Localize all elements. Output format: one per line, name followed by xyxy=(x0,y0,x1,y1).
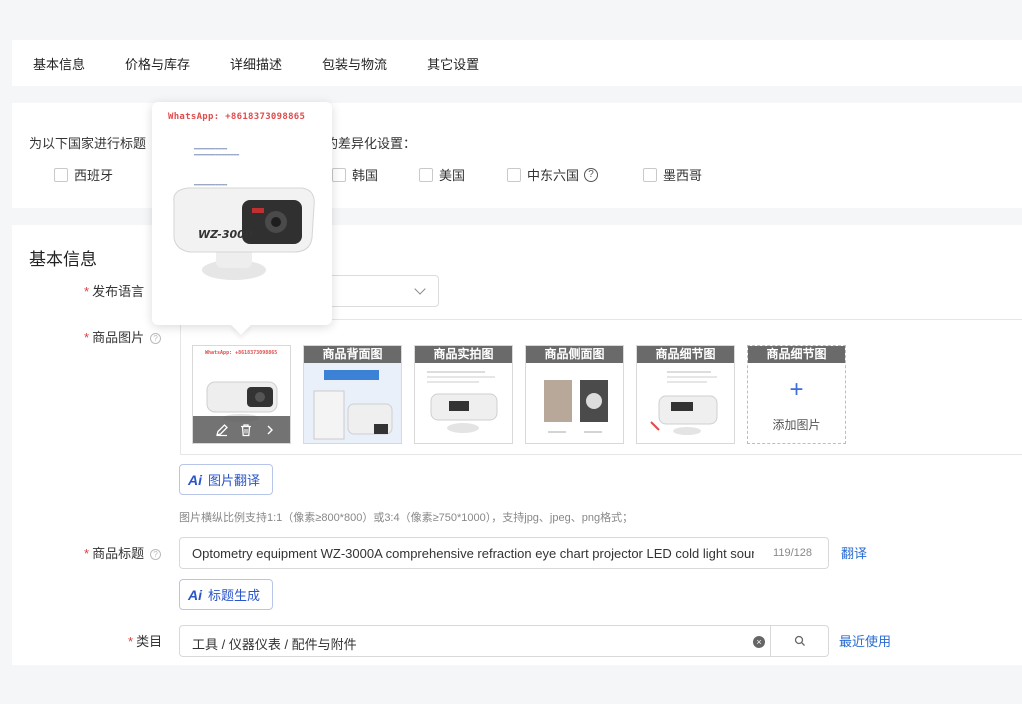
product-title-value: Optometry equipment WZ-3000A comprehensi… xyxy=(192,546,754,561)
country-option-spain[interactable]: 西班牙 xyxy=(54,165,113,184)
checkbox[interactable] xyxy=(643,167,657,182)
country-option-korea[interactable]: 韩国 xyxy=(332,165,378,184)
tab-basic-info[interactable]: 基本信息 xyxy=(33,54,85,73)
help-icon[interactable]: ? xyxy=(150,333,162,345)
clear-icon[interactable]: × xyxy=(753,636,765,648)
tab-price-stock[interactable]: 价格与库存 xyxy=(125,54,190,73)
checkbox[interactable] xyxy=(54,167,68,182)
add-image-button[interactable]: 商品细节图 + 添加图片 xyxy=(747,345,846,444)
image-tools xyxy=(193,416,290,443)
required-mark: * xyxy=(128,634,134,649)
country-option-usa[interactable]: 美国 xyxy=(419,165,465,184)
image-format-hint: 图片横纵比例支持1:1（像素≥800*800）或3:4（像素≥750*1000）… xyxy=(179,512,634,524)
tab-other-settings[interactable]: 其它设置 xyxy=(427,54,479,73)
image-caption: 商品实拍图 xyxy=(415,346,512,363)
plus-icon: + xyxy=(789,376,804,403)
generate-title-button[interactable]: Ai 标题生成 xyxy=(179,579,273,610)
ai-icon: Ai xyxy=(188,471,202,488)
image-caption: 商品侧面图 xyxy=(526,346,623,363)
tab-description[interactable]: 详细描述 xyxy=(230,54,282,73)
category-input[interactable]: 工具 / 仪器仪表 / 配件与附件 × xyxy=(179,625,829,657)
language-label: * 发布语言 xyxy=(84,281,144,300)
image-upload-area: WhatsApp: +8618373098865 商品背面图 商品实拍图 商品侧… xyxy=(180,319,1022,455)
tab-bar: 基本信息 价格与库存 详细描述 包装与物流 其它设置 xyxy=(12,40,1022,86)
tab-packaging-logistics[interactable]: 包装与物流 xyxy=(322,54,387,73)
image-preview-popup: WhatsApp: +8618373098865 ▬▬▬▬▬▬▬▬▬▬▬ ▬▬▬▬… xyxy=(152,102,332,325)
category-value: 工具 / 仪器仪表 / 配件与附件 xyxy=(192,637,357,652)
chevron-right-icon[interactable] xyxy=(262,422,278,438)
chevron-down-icon xyxy=(414,283,426,295)
edit-icon[interactable] xyxy=(214,422,230,438)
required-mark: * xyxy=(84,546,90,561)
category-label: * 类目 xyxy=(128,631,162,650)
device-preview-image: WZ-3000 xyxy=(173,187,315,280)
search-icon xyxy=(794,635,805,646)
ai-icon: Ai xyxy=(188,586,202,603)
images-label: * 商品图片? xyxy=(84,327,162,346)
checkbox[interactable] xyxy=(507,167,521,182)
country-option-mexico[interactable]: 墨西哥 xyxy=(643,165,702,184)
translate-images-button[interactable]: Ai 图片翻译 xyxy=(179,464,273,495)
category-search-button[interactable] xyxy=(770,625,828,657)
image-thumb-real[interactable]: 商品实拍图 xyxy=(414,345,513,444)
product-title-label: * 商品标题? xyxy=(84,543,162,562)
country-label: 美国 xyxy=(439,168,466,183)
country-prompt-start: 为以下国家进行标题 xyxy=(29,136,147,151)
char-count: 119/128 xyxy=(773,547,812,559)
checkbox[interactable] xyxy=(332,167,346,182)
image-caption: 商品细节图 xyxy=(637,346,734,363)
product-title-input[interactable]: Optometry equipment WZ-3000A comprehensi… xyxy=(179,537,829,569)
image-caption: 商品背面图 xyxy=(304,346,401,363)
section-title: 基本信息 xyxy=(29,250,97,269)
required-mark: * xyxy=(84,330,90,345)
delete-icon[interactable] xyxy=(238,422,254,438)
recent-used-link[interactable]: 最近使用 xyxy=(839,631,891,650)
label-text: 类目 xyxy=(136,634,163,649)
help-icon[interactable]: ? xyxy=(584,167,599,182)
label-text: 发布语言 xyxy=(92,284,145,299)
image-caption: 商品细节图 xyxy=(748,346,845,363)
country-label: 墨西哥 xyxy=(663,168,703,183)
country-label: 韩国 xyxy=(352,168,379,183)
button-label: 图片翻译 xyxy=(208,473,261,488)
checkbox[interactable] xyxy=(419,167,433,182)
image-thumb-back[interactable]: 商品背面图 xyxy=(303,345,402,444)
label-text: 商品图片 xyxy=(92,330,145,345)
image-thumb-detail[interactable]: 商品细节图 xyxy=(636,345,735,444)
button-label: 标题生成 xyxy=(208,588,261,603)
add-image-label: 添加图片 xyxy=(772,418,821,432)
main-image-thumb[interactable]: WhatsApp: +8618373098865 xyxy=(192,345,291,444)
label-text: 商品标题 xyxy=(92,546,145,561)
help-icon[interactable]: ? xyxy=(150,549,162,561)
required-mark: * xyxy=(84,284,90,299)
translate-link[interactable]: 翻译 xyxy=(841,543,867,562)
country-option-middle-east[interactable]: 中东六国 ? xyxy=(507,165,599,184)
device-model-label: WZ-3000 xyxy=(198,228,253,241)
country-label: 中东六国 xyxy=(527,168,580,183)
image-thumb-side[interactable]: 商品侧面图 xyxy=(525,345,624,444)
country-label: 西班牙 xyxy=(74,168,114,183)
